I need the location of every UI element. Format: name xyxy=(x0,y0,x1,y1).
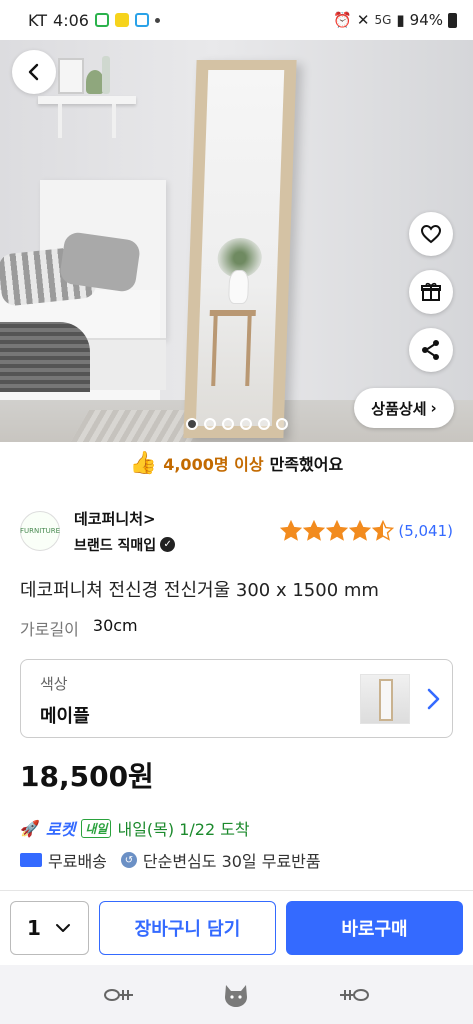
more-notifications-icon xyxy=(154,17,160,23)
product-detail-button[interactable]: 상품상세 › xyxy=(354,388,454,428)
battery-icon xyxy=(448,12,457,28)
width-option-value: 30cm xyxy=(92,616,138,635)
thumbs-up-icon: 👍 xyxy=(129,450,158,476)
star-icon xyxy=(372,520,395,541)
photo-reflection-vase xyxy=(228,270,250,304)
seller-row: FURNITURE 데코퍼니처> 브랜드 직매입 ✓ (5,041) xyxy=(20,505,453,557)
free-shipping-label: 무료배송 xyxy=(48,852,107,871)
add-to-cart-button[interactable]: 장바구니 담기 xyxy=(99,901,276,955)
screenshot-notification-icon xyxy=(134,13,149,27)
back-button[interactable] xyxy=(12,50,56,94)
back-icon xyxy=(28,63,39,81)
chevron-down-icon xyxy=(56,924,70,932)
photo-mirror xyxy=(183,60,297,438)
wishlist-button[interactable] xyxy=(409,212,453,256)
gift-icon xyxy=(421,282,441,301)
product-detail-label: 상품상세 xyxy=(371,399,427,418)
rating-summary[interactable]: (5,041) xyxy=(280,520,453,542)
color-option-thumbnail xyxy=(360,674,410,724)
satisfaction-text: 만족했어요 xyxy=(269,455,344,474)
photo-shelf-bracket xyxy=(58,104,62,138)
free-return-label: 단순변심도 30일 무료반품 xyxy=(142,852,321,871)
status-left: KT 4:06 xyxy=(28,11,160,30)
rocket-delivery-row: 🚀 로켓 내일 내일(목) 1/22 도착 xyxy=(20,816,250,840)
rocket-icon: 🚀 xyxy=(20,818,40,838)
rocket-brand-label: 로켓 xyxy=(45,820,76,839)
carousel-dot[interactable] xyxy=(275,418,288,430)
bottom-bar-divider xyxy=(0,890,473,891)
photo-blanket xyxy=(0,322,90,392)
return-icon: ↺ xyxy=(120,852,137,868)
star-icon xyxy=(326,520,349,541)
status-bar: KT 4:06 ⏰ ✕ 5G ▮ 94% xyxy=(0,0,473,40)
rating-stars xyxy=(280,520,395,542)
brand-direct-badge: 브랜드 직매입 ✓ xyxy=(74,535,176,555)
battery-percent: 94% xyxy=(409,11,443,29)
gift-button[interactable] xyxy=(409,270,453,314)
app-notification-icon xyxy=(94,13,109,27)
carousel-dot[interactable] xyxy=(257,418,270,430)
thumbnail-mirror xyxy=(379,679,393,721)
photo-frame xyxy=(58,58,84,94)
photo-reflection-stool-leg xyxy=(211,316,218,386)
seller-logo[interactable]: FURNITURE xyxy=(20,511,60,551)
brand-direct-label: 브랜드 직매입 xyxy=(74,537,157,554)
share-icon xyxy=(422,340,439,360)
carousel-dot[interactable] xyxy=(221,418,234,430)
chevron-right-icon: › xyxy=(430,399,437,417)
carousel-dot[interactable] xyxy=(239,418,252,430)
heart-icon xyxy=(420,224,442,244)
clock: 4:06 xyxy=(53,10,89,30)
satisfaction-banner: 👍 4,000명 이상 만족했어요 xyxy=(0,446,473,480)
seller-logo-text: FURNITURE xyxy=(20,527,61,535)
star-icon xyxy=(303,520,326,541)
star-icon xyxy=(280,520,303,541)
arrival-date: 내일(목) 1/22 도착 xyxy=(117,820,250,839)
fishbone-icon[interactable] xyxy=(102,982,136,1008)
width-option-label: 가로길이 xyxy=(20,620,79,639)
star-icon xyxy=(349,520,372,541)
photo-pillow xyxy=(58,230,142,294)
width-option-row: 가로길이 30cm xyxy=(20,616,138,640)
satisfaction-count: 4,000명 이상 xyxy=(163,455,264,474)
product-title: 데코퍼니쳐 전신경 전신거울 300 x 1500 mm xyxy=(20,580,379,601)
photo-shelf xyxy=(38,96,136,104)
color-option-value: 메이플 xyxy=(40,706,90,727)
photo-bottle xyxy=(102,56,110,94)
color-option-selector[interactable]: 색상 메이플 xyxy=(20,659,453,738)
review-count[interactable]: (5,041) xyxy=(398,522,453,540)
alarm-icon: ⏰ xyxy=(333,11,352,29)
cat-icon[interactable] xyxy=(219,982,253,1008)
chevron-right-icon xyxy=(427,688,440,710)
fishbone-icon[interactable] xyxy=(337,982,371,1008)
price: 18,500원 xyxy=(20,760,154,793)
carousel-dot[interactable] xyxy=(203,418,216,430)
kakao-notification-icon xyxy=(114,13,129,27)
check-icon: ✓ xyxy=(160,537,176,552)
product-image-carousel[interactable] xyxy=(0,40,473,442)
quantity-select[interactable]: 1 xyxy=(10,901,89,955)
rocket-badge: 내일 xyxy=(81,818,112,838)
photo-mirror-glass xyxy=(195,70,285,426)
shipping-row: 무료배송 ↺ 단순변심도 30일 무료반품 xyxy=(20,848,321,872)
carousel-dot[interactable] xyxy=(185,418,198,430)
seller-name-link[interactable]: 데코퍼니처> xyxy=(74,508,175,529)
carrier-label: KT xyxy=(28,10,48,30)
signal-icon: ▮ xyxy=(396,11,405,29)
seller-info: 데코퍼니처> 브랜드 직매입 ✓ xyxy=(74,508,176,555)
quantity-value: 1 xyxy=(27,916,41,940)
color-option-label: 색상 xyxy=(40,675,68,693)
mute-icon: ✕ xyxy=(356,11,370,29)
share-button[interactable] xyxy=(409,328,453,372)
photo-reflection-stool-leg xyxy=(245,316,252,386)
truck-icon xyxy=(20,853,42,867)
buy-now-button[interactable]: 바로구매 xyxy=(286,901,463,955)
system-nav-bar xyxy=(0,965,473,1024)
photo-shelf-bracket xyxy=(112,104,116,138)
network-type-label: 5G xyxy=(374,13,392,27)
status-right: ⏰ ✕ 5G ▮ 94% xyxy=(333,11,457,29)
